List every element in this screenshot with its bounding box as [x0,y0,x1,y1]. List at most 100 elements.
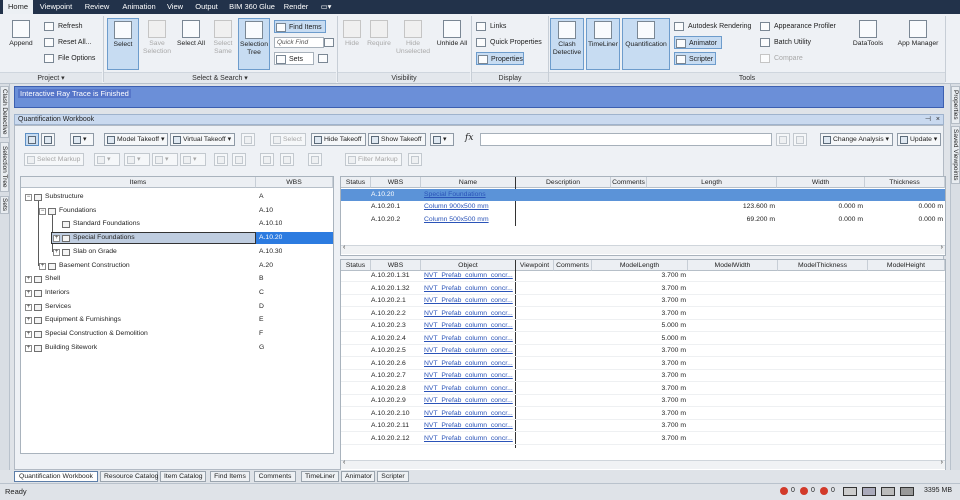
tree-expand-icon[interactable]: + [25,331,32,338]
item-view-button[interactable] [25,133,39,146]
tab-viewpoint[interactable]: Viewpoint [36,0,76,14]
sets-dropdown[interactable]: Sets [274,52,314,65]
scroll-left-icon[interactable]: ‹ [343,459,345,466]
tree-row[interactable]: + Special Construction & Demolition F [21,328,333,340]
objects-table-row[interactable]: A.10.20.2.4 NVT_Prefab_column_concr... 5.0… [341,333,945,345]
object-name-link[interactable]: NVT_Prefab_column_concr... [424,383,514,395]
clash-detective-button[interactable]: Clash Detective [550,18,584,70]
batch-utility-button[interactable]: Batch Utility [760,36,811,49]
tree-header-items[interactable]: Items [21,177,256,188]
object-name-link[interactable]: NVT_Prefab_column_concr... [424,295,514,307]
warning-icon[interactable] [800,487,808,495]
appearance-profiler-button[interactable]: Appearance Profiler [760,20,836,33]
tab-view[interactable]: View [164,0,186,14]
cancel-formula-button[interactable] [793,133,807,146]
pin-icon[interactable]: ⊣ [925,115,931,125]
accept-formula-button[interactable] [776,133,790,146]
unhide-all-button[interactable]: Unhide All [436,18,468,70]
item-name-link[interactable]: Column 900x500 mm [424,201,489,213]
app-manager-button[interactable]: App Manager [894,18,942,70]
hide-button[interactable]: Hide [340,18,364,70]
refresh-button[interactable]: Refresh [44,20,83,33]
objects-table-row[interactable]: A.10.20.2.10 NVT_Prefab_column_concr... 3.… [341,408,945,420]
require-button[interactable]: Require [364,18,394,70]
autodesk-rendering-button[interactable]: Autodesk Rendering [674,20,751,33]
tab-animation[interactable]: Animation [117,0,161,14]
quick-find-search-button[interactable] [324,36,334,49]
object-name-link[interactable]: NVT_Prefab_column_concr... [424,270,514,282]
project-group-label[interactable]: Project ▾ [0,72,102,83]
error-icon[interactable] [780,487,788,495]
tree-expand-icon[interactable]: + [53,248,60,256]
tree-row[interactable]: − Foundations A.10 [21,205,333,217]
hide-takeoff-button[interactable]: Hide Takeoff [311,133,366,146]
eraser-button[interactable] [280,153,294,166]
object-name-link[interactable]: NVT_Prefab_column_concr... [424,333,514,345]
catalog-dropdown[interactable]: ▾ [70,133,94,146]
object-name-link[interactable]: NVT_Prefab_column_concr... [424,370,514,382]
model-takeoff-button[interactable]: Model Takeoff ▾ [104,133,169,146]
items-table-row[interactable]: A.10.20 Special Foundations [341,189,945,201]
snap-button[interactable] [214,153,228,166]
update-button[interactable]: Update ▾ [897,133,942,146]
items-header-wbs[interactable]: WBS [371,177,421,188]
memory-icon[interactable] [900,487,914,496]
select-markup-button[interactable]: Select Markup [24,153,85,166]
tree-row[interactable]: + Slab on Grade A.10.30 [21,246,333,258]
object-name-link[interactable]: NVT_Prefab_column_concr... [424,408,514,420]
object-name-link[interactable]: NVT_Prefab_column_concr... [424,395,514,407]
side-tab-selection-tree[interactable]: Selection Tree [0,142,9,192]
performance-icon[interactable] [862,487,876,496]
objects-table-row[interactable]: A.10.20.2.3 NVT_Prefab_column_concr... 5.0… [341,320,945,332]
select-all-button[interactable]: Select All [176,18,206,70]
tree-expand-icon[interactable]: + [25,276,32,284]
bottom-tab-resource-catalog[interactable]: Resource Catalog [100,471,158,482]
items-header-length[interactable]: Length [647,177,777,188]
objects-table-row[interactable]: A.10.20.2.1 NVT_Prefab_column_concr... 3.7… [341,295,945,307]
compare-button[interactable]: Compare [760,52,803,65]
tree-row[interactable]: + Basement Construction A.20 [21,260,333,272]
tree-expand-icon[interactable]: + [39,262,46,270]
quantification-button[interactable]: Quantification [622,18,670,70]
items-header-width[interactable]: Width [777,177,865,188]
bottom-tab-quantification-workbook[interactable]: Quantification Workbook [14,471,98,482]
object-name-link[interactable]: NVT_Prefab_column_concr... [424,420,514,432]
show-takeoff-button[interactable]: Show Takeoff [368,133,426,146]
quick-find-input[interactable]: Quick Find [274,37,324,48]
select-search-group-label[interactable]: Select & Search ▾ [104,72,336,83]
takeoff-settings-button[interactable] [241,133,255,146]
items-header-comments[interactable]: Comments [611,177,647,188]
find-items-button[interactable]: Find Items [274,20,326,33]
objects-table-row[interactable]: A.10.20.2.11 NVT_Prefab_column_concr... 3.… [341,420,945,432]
side-tab-saved-viewpoints[interactable]: Saved Viewpoints [951,126,960,184]
tab-output[interactable]: Output [190,0,223,14]
quick-properties-button[interactable]: Quick Properties [476,36,542,49]
split-button[interactable] [260,153,274,166]
tree-expand-icon[interactable]: − [39,207,46,215]
tab-review[interactable]: Review [80,0,114,14]
scroll-left-icon[interactable]: ‹ [343,244,345,251]
items-header-name[interactable]: Name [421,177,516,188]
bottom-tab-find-items[interactable]: Find Items [210,471,250,482]
sets-options-button[interactable] [318,52,328,65]
objects-table-row[interactable]: A.10.20.2.2 NVT_Prefab_column_concr... 3.7… [341,308,945,320]
markup-area-dropdown[interactable]: ▾ [124,153,150,166]
close-icon[interactable]: × [936,115,940,125]
objects-table-row[interactable]: A.10.20.1.32 NVT_Prefab_column_concr... 3.… [341,283,945,295]
save-selection-button[interactable]: Save Selection [142,18,172,70]
tree-expand-icon[interactable]: + [25,344,32,352]
object-name-link[interactable]: NVT_Prefab_column_concr... [424,358,514,370]
side-tab-sets[interactable]: Sets [0,196,9,214]
items-table-row[interactable]: A.10.20.1 Column 900x500 mm 123.600 m 0.000… [341,201,945,213]
append-button[interactable]: Append [4,18,38,70]
window-switch-icon[interactable]: ▭▾ [316,0,336,14]
tree-expand-icon[interactable]: + [25,317,32,325]
object-name-link[interactable]: NVT_Prefab_column_concr... [424,308,514,320]
items-header-status[interactable]: Status [341,177,371,188]
tree-row[interactable]: + Special Foundations A.10.20 [21,232,333,245]
item-name-link[interactable]: Column 500x500 mm [424,214,489,226]
scroll-right-icon[interactable]: › [941,459,943,466]
reset-all-button[interactable]: Reset All... [44,36,91,49]
select-takeoff-button[interactable]: Select [270,133,306,146]
object-name-link[interactable]: NVT_Prefab_column_concr... [424,433,514,445]
